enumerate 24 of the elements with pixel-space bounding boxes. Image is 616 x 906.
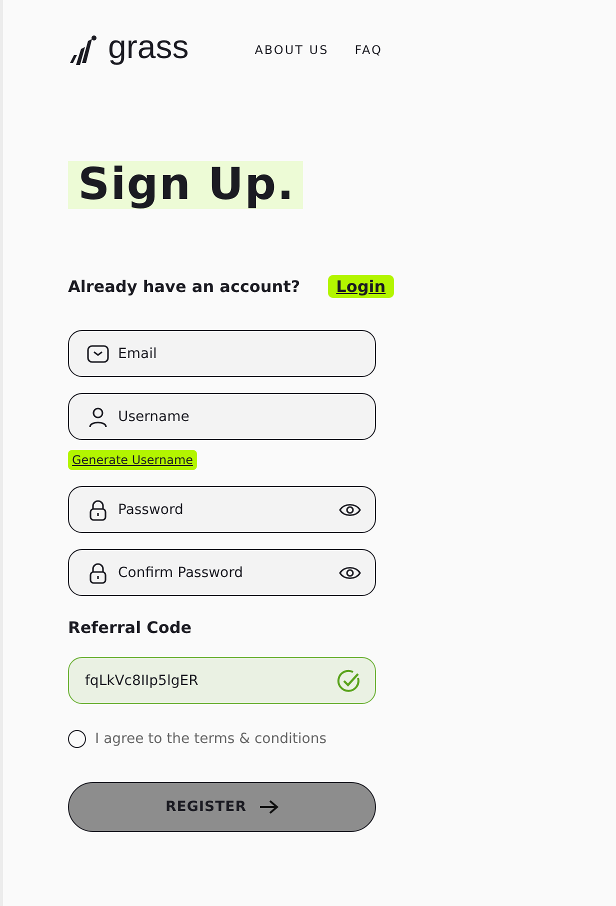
logo-text: grass (108, 30, 189, 62)
eye-icon[interactable] (339, 564, 361, 580)
logo-icon (68, 33, 98, 67)
terms-label: I agree to the terms & conditions (95, 731, 326, 747)
login-prompt: Already have an account? (68, 277, 300, 296)
page-title: Sign Up. (68, 161, 303, 209)
referral-field[interactable]: fqLkVc8IIp5lgER (68, 657, 376, 704)
check-circle-icon (337, 668, 361, 692)
user-icon (87, 406, 109, 428)
input-field[interactable]: Email (68, 330, 376, 377)
nav-link[interactable]: ABOUT US (254, 43, 329, 57)
referral-label: Referral Code (68, 618, 193, 637)
mail-icon (87, 344, 109, 364)
lock-icon (87, 498, 109, 520)
terms-checkbox[interactable] (68, 730, 86, 748)
eye-icon[interactable] (339, 502, 361, 518)
input-field[interactable]: Password (68, 486, 376, 533)
generate-username-link[interactable]: Generate Username (68, 450, 198, 470)
nav-link[interactable]: FAQ (354, 43, 382, 57)
input-field[interactable]: Confirm Password (68, 549, 376, 596)
input-field[interactable]: Username (68, 393, 376, 440)
arrow-right-icon (258, 799, 279, 815)
login-link[interactable]: Login (328, 275, 394, 298)
lock-icon (87, 562, 109, 584)
